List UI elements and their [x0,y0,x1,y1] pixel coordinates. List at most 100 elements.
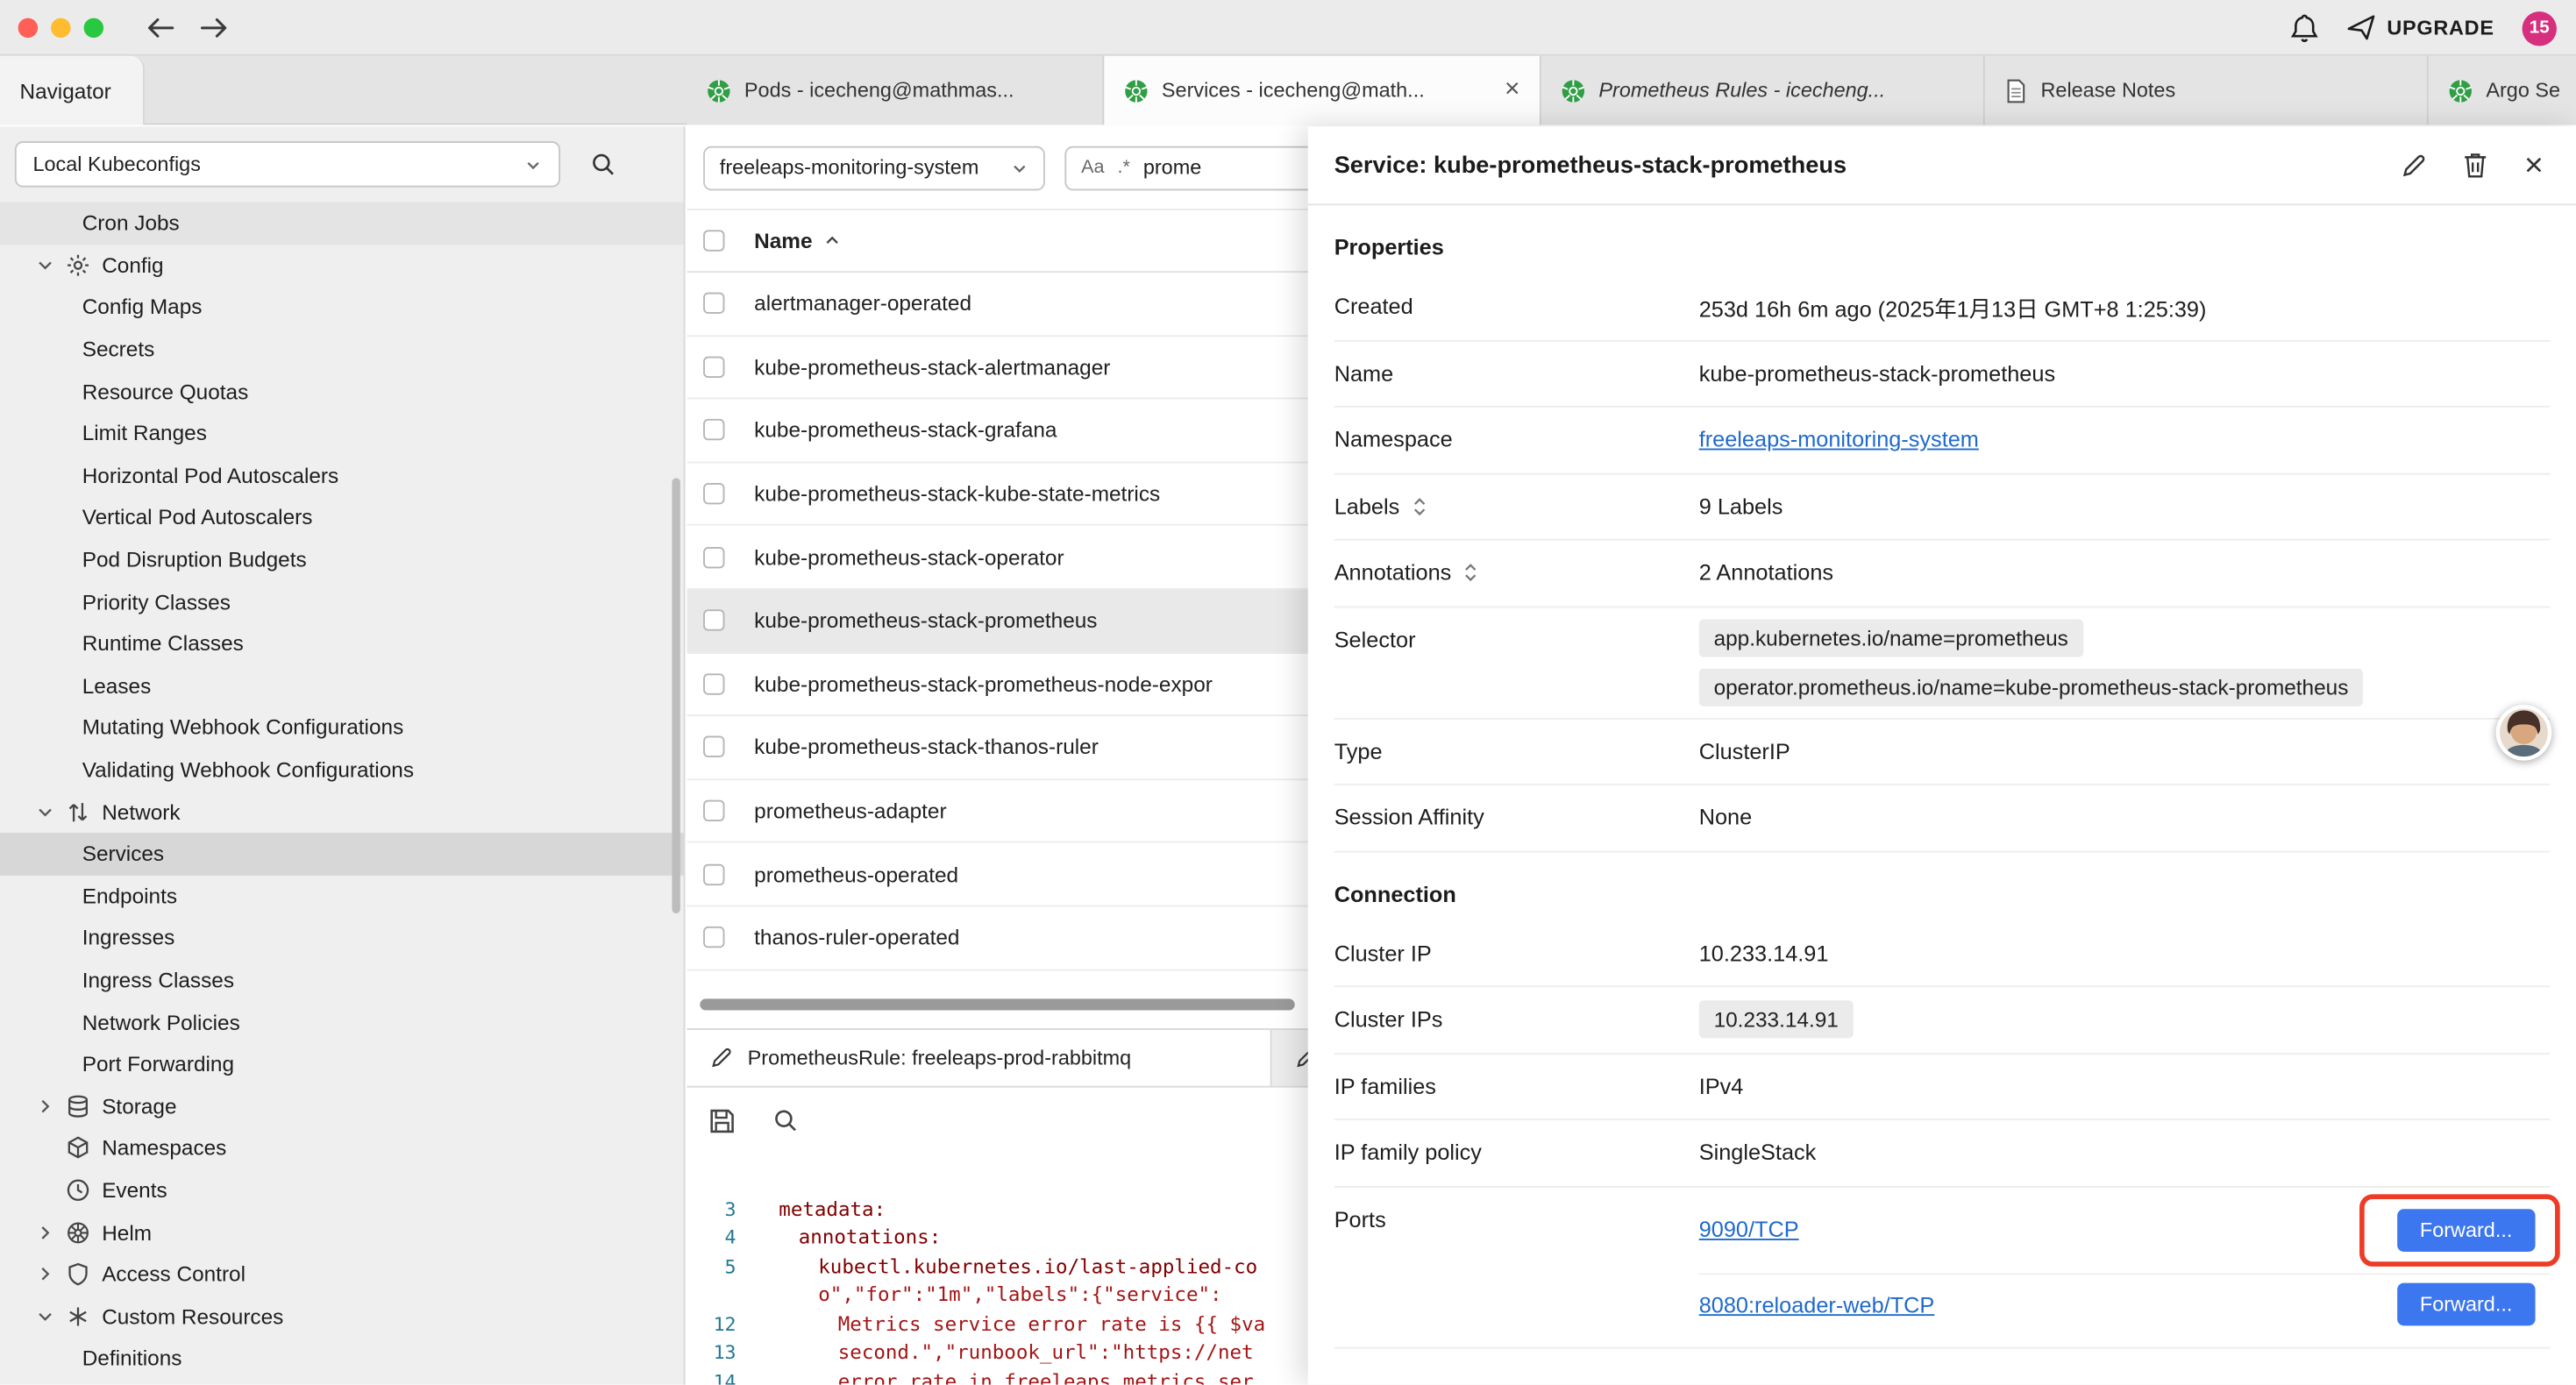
tab-argo-se[interactable]: Argo Se [2429,56,2576,125]
sidebar-item-pod-disruption-budgets[interactable]: Pod Disruption Budgets [0,538,684,580]
editor-tab-1[interactable]: PrometheusRule: freeleaps-prod-rabbitmq [687,1030,1271,1086]
row-checkbox[interactable] [703,356,724,377]
tabbar: Navigator Pods - icecheng@mathmas...Serv… [0,56,2576,125]
sidebar-item-runtime-classes[interactable]: Runtime Classes [0,622,684,664]
tab-services-icecheng-math[interactable]: Services - icecheng@math...× [1104,56,1541,125]
code-text: annotations: [737,1225,942,1248]
tab-label: Release Notes [2041,79,2408,102]
port-link[interactable]: 8080:reloader-web/TCP [1699,1292,1935,1317]
row-checkbox[interactable] [703,927,724,948]
sidebar-item-limit-ranges[interactable]: Limit Ranges [0,412,684,454]
notifications-bell-icon[interactable] [2290,13,2318,43]
upgrade-button[interactable]: UPGRADE [2345,15,2494,41]
app-window: UPGRADE 15 Navigator Pods - icecheng@mat… [0,0,2576,1385]
namespace-link[interactable]: freeleaps-monitoring-system [1699,428,2551,452]
property-label-text: Session Affinity [1334,806,1484,830]
row-checkbox[interactable] [703,546,724,567]
kubernetes-icon [1561,78,1585,103]
sidebar-item-horizontal-pod-autoscalers[interactable]: Horizontal Pod Autoscalers [0,454,684,496]
row-checkbox[interactable] [703,863,724,884]
sidebar-item-priority-classes[interactable]: Priority Classes [0,580,684,622]
property-value: SingleStack [1699,1129,2551,1176]
sidebar-item-access-control[interactable]: Access Control [0,1254,684,1296]
sidebar-item-cron-jobs[interactable]: Cron Jobs [0,202,684,245]
maximize-window-button[interactable] [84,18,103,37]
notification-count-badge[interactable]: 15 [2523,11,2557,45]
sidebar-item-storage[interactable]: Storage [0,1085,684,1127]
kubernetes-icon [1124,78,1149,103]
sidebar-item-helm[interactable]: Helm [0,1211,684,1254]
forward-button[interactable]: Forward... [2397,1283,2536,1326]
sidebar-item-endpoints[interactable]: Endpoints [0,875,684,917]
sidebar-item-label: Endpoints [82,884,177,908]
close-window-button[interactable] [18,18,38,37]
sidebar-item-custom-resources[interactable]: Custom Resources [0,1296,684,1338]
property-value: freeleaps-monitoring-system [1699,416,2551,464]
expand-toggle-icon[interactable] [1462,562,1479,583]
regex-toggle[interactable]: .* [1117,158,1129,177]
select-all-checkbox[interactable] [703,230,724,251]
expand-toggle-icon[interactable] [1411,495,1427,516]
port-link[interactable]: 9090/TCP [1699,1218,1799,1242]
sidebar-item-definitions[interactable]: Definitions [0,1337,684,1379]
sidebar-item-secrets[interactable]: Secrets [0,328,684,370]
kubeconfig-selector[interactable]: Local Kubeconfigs [15,141,560,187]
search-input-value: prome [1143,156,1201,179]
row-checkbox[interactable] [703,673,724,694]
sidebar-item-label: Priority Classes [82,589,231,614]
sidebar-item-network-policies[interactable]: Network Policies [0,1001,684,1043]
sidebar-item-events[interactable]: Events [0,1169,684,1211]
sidebar-item-namespaces[interactable]: Namespaces [0,1127,684,1169]
chevron-down-icon[interactable] [36,1307,66,1325]
forward-button[interactable]: Forward... [2397,1208,2536,1251]
close-tab-icon[interactable]: × [1505,77,1520,103]
row-checkbox[interactable] [703,420,724,441]
tab-pods-icecheng-mathmas[interactable]: Pods - icecheng@mathmas... [687,56,1104,125]
row-checkbox[interactable] [703,736,724,757]
sidebar-item-ingress-classes[interactable]: Ingress Classes [0,959,684,1001]
tab-release-notes[interactable]: Release Notes [1985,56,2429,125]
namespace-filter-dropdown[interactable]: freeleaps-monitoring-system [703,146,1045,190]
sidebar-item-config-maps[interactable]: Config Maps [0,286,684,328]
close-drawer-icon[interactable]: × [2524,149,2544,181]
code-text: metadata: [737,1197,886,1220]
sidebar-item-port-forwarding[interactable]: Port Forwarding [0,1043,684,1085]
chevron-right-icon[interactable] [36,1265,66,1283]
sidebar-item-ingresses[interactable]: Ingresses [0,917,684,959]
name-column-header[interactable]: Name [754,228,842,252]
match-case-toggle[interactable]: Aa [1081,158,1104,177]
code-text: kubectl.kubernetes.io/last-applied-co [737,1254,1258,1277]
chevron-down-icon[interactable] [36,803,66,821]
sidebar-item-mutating-webhook-configurations[interactable]: Mutating Webhook Configurations [0,707,684,749]
edit-pencil-icon[interactable] [2401,152,2427,178]
row-checkbox[interactable] [703,483,724,504]
back-button[interactable] [146,16,174,39]
sidebar-item-resource-quotas[interactable]: Resource Quotas [0,370,684,412]
save-icon[interactable] [708,1106,737,1134]
sidebar-item-config[interactable]: Config [0,244,684,286]
sidebar-item-network[interactable]: Network [0,791,684,833]
navigator-panel-tab[interactable]: Navigator [0,56,145,125]
avatar[interactable] [2496,705,2552,761]
chevron-down-icon[interactable] [36,256,66,274]
sidebar-item-vertical-pod-autoscalers[interactable]: Vertical Pod Autoscalers [0,496,684,538]
sidebar-scrollbar[interactable] [672,478,680,913]
sidebar-item-services[interactable]: Services [0,833,684,875]
property-row-namespace: Namespacefreeleaps-monitoring-system [1334,408,2551,474]
row-checkbox[interactable] [703,800,724,821]
line-number: 12 [687,1312,736,1335]
sidebar-item-leases[interactable]: Leases [0,664,684,707]
delete-trash-icon[interactable] [2464,151,2488,179]
search-icon[interactable] [580,151,626,177]
property-row-type: TypeClusterIP [1334,719,2551,785]
minimize-window-button[interactable] [51,18,70,37]
chevron-right-icon[interactable] [36,1223,66,1241]
table-horizontal-scrollbar[interactable] [700,998,1294,1010]
chevron-right-icon[interactable] [36,1097,66,1115]
tab-prometheus-rules-icecheng[interactable]: Prometheus Rules - icecheng... [1541,56,1985,125]
editor-search-icon[interactable] [772,1107,799,1133]
row-checkbox[interactable] [703,293,724,314]
sidebar-item-validating-webhook-configurations[interactable]: Validating Webhook Configurations [0,749,684,791]
forward-button[interactable] [201,16,229,39]
row-checkbox[interactable] [703,610,724,631]
